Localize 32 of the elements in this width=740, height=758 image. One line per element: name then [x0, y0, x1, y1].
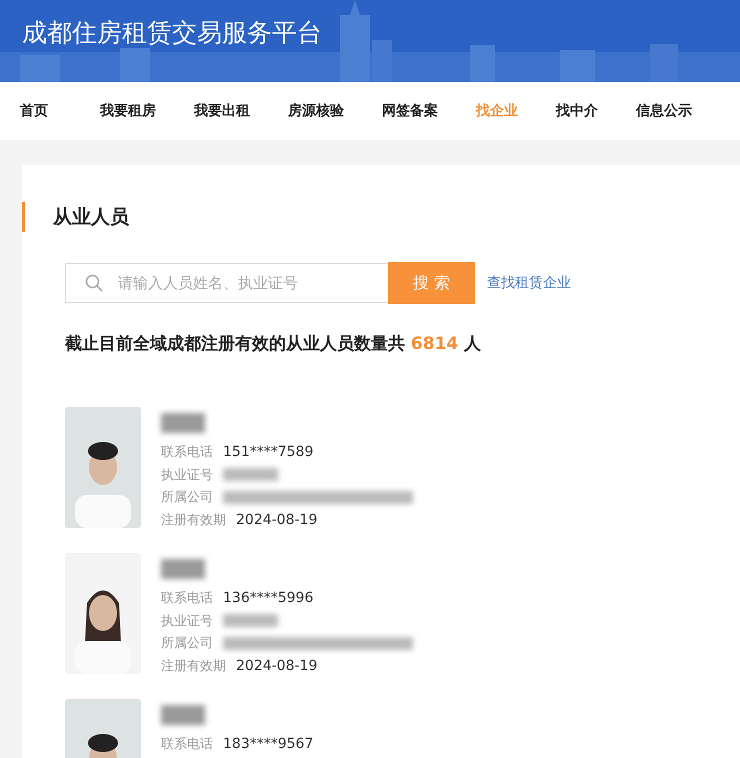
nav-link[interactable]: 网签备案	[382, 102, 438, 120]
nav-link[interactable]: 我要出租	[194, 102, 250, 120]
field-label: 所属公司	[161, 635, 213, 652]
site-title: 成都住房租赁交易服务平台	[22, 17, 322, 49]
field-label: 注册有效期	[161, 658, 226, 675]
field-value: 183****9567	[223, 736, 314, 752]
field-value: 151****7589	[223, 444, 314, 460]
field-label: 执业证号	[161, 612, 213, 630]
search-field[interactable]: 请输入人员姓名、执业证号	[65, 263, 388, 303]
summary-text: 截止目前全域成都注册有效的从业人员数量共 6814 人	[65, 333, 482, 355]
nav-link[interactable]: 首页	[20, 102, 48, 120]
field-label: 联系电话	[161, 444, 213, 462]
nav-link[interactable]: 信息公示	[636, 102, 692, 120]
nav-link[interactable]: 找中介	[556, 102, 598, 120]
field-value: 2024-08-19	[236, 512, 318, 528]
blurred-value	[223, 614, 278, 628]
field-label: 联系电话	[161, 590, 213, 608]
nav-link[interactable]: 我要租房	[100, 102, 156, 120]
section-title: 从业人员	[53, 205, 129, 230]
blurred-name	[161, 413, 205, 433]
blurred-name	[161, 559, 205, 579]
field-label: 联系电话	[161, 736, 213, 754]
field-value: 2024-08-19	[236, 658, 318, 674]
field-label: 执业证号	[161, 466, 213, 484]
field-label: 注册有效期	[161, 512, 226, 529]
field-value: 136****5996	[223, 590, 314, 606]
search-icon	[85, 274, 103, 292]
nav-link[interactable]: 房源核验	[288, 102, 344, 120]
enterprise-link[interactable]: 查找租赁企业	[487, 274, 571, 292]
blurred-name	[161, 705, 205, 725]
blurred-value	[223, 468, 278, 482]
field-label: 所属公司	[161, 489, 213, 506]
